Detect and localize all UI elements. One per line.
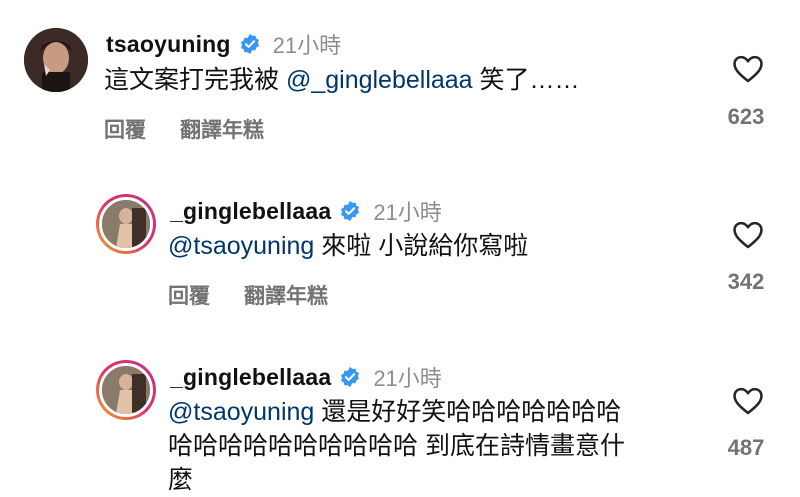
verified-badge-icon (341, 366, 360, 388)
comment-text: @tsaoyuning 來啦 小說給你寫啦 (168, 229, 528, 263)
comment-text-part: 哈哈哈哈哈哈哈哈哈哈 到底在詩情畫意什 (168, 432, 625, 460)
like-count: 342 (727, 269, 765, 294)
comment-time: 21小時 (373, 200, 442, 225)
like-count: 487 (727, 435, 765, 460)
avatar-image (99, 363, 153, 417)
reply-button[interactable]: 回覆 (104, 114, 146, 144)
mention-link[interactable]: @tsaoyuning (168, 232, 314, 260)
comment-text: 這文案打完我被 @_ginglebellaaa 笑了…… (104, 63, 580, 97)
comment-time: 21小時 (272, 33, 342, 58)
comment-time: 21小時 (373, 366, 442, 391)
comment-username[interactable]: _ginglebellaaa (170, 198, 331, 225)
like-heart-icon[interactable] (730, 218, 766, 252)
mention-link[interactable]: @_ginglebellaaa (286, 66, 473, 94)
comment-text: @tsaoyuning 還是好好笑哈哈哈哈哈哈哈 哈哈哈哈哈哈哈哈哈哈 到底在詩… (168, 395, 708, 497)
comment-username[interactable]: _ginglebellaaa (170, 364, 331, 391)
avatar[interactable] (96, 194, 156, 254)
comment-text-part: 這文案打完我被 (104, 66, 286, 94)
verified-badge-icon (240, 33, 259, 55)
comment-username[interactable]: tsaoyuning (106, 31, 231, 58)
avatar[interactable] (24, 28, 88, 92)
reply-button[interactable]: 回覆 (168, 280, 210, 310)
comment-text-part: 笑了…… (472, 66, 580, 94)
comment-text-part: 麼 (168, 466, 194, 494)
mention-link[interactable]: @tsaoyuning (168, 398, 314, 426)
comment-text-part: 還是好好笑哈哈哈哈哈哈哈 (314, 398, 622, 426)
avatar-image (99, 197, 153, 251)
like-heart-icon[interactable] (730, 52, 766, 86)
translate-button[interactable]: 翻譯年糕 (180, 114, 264, 144)
comment-text-part: 來啦 小說給你寫啦 (314, 232, 529, 260)
avatar[interactable] (96, 360, 156, 420)
like-heart-icon[interactable] (730, 384, 766, 418)
avatar-image (24, 28, 88, 92)
like-count: 623 (727, 104, 765, 129)
verified-badge-icon (341, 200, 360, 222)
translate-button[interactable]: 翻譯年糕 (244, 280, 328, 310)
